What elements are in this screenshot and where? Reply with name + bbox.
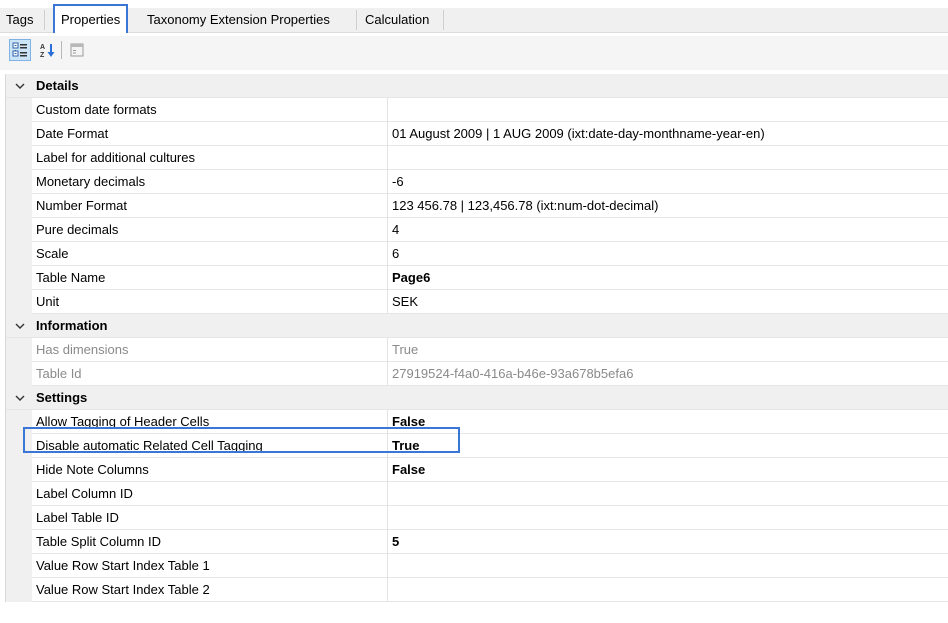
toolbar-divider [61,41,62,59]
property-name: Table Split Column ID [36,534,161,549]
property-name: Table Id [36,366,82,381]
category-details[interactable]: Details [6,74,948,98]
property-value[interactable]: 123 456.78 | 123,456.78 (ixt:num-dot-dec… [387,194,948,218]
tab-taxonomy-extension-properties[interactable]: Taxonomy Extension Properties [143,8,334,32]
chevron-down-icon[interactable] [14,320,26,332]
property-value[interactable]: 6 [387,242,948,266]
property-pages-icon [70,43,84,57]
category-title: Details [36,78,79,93]
property-name: Label Table ID [36,510,119,525]
chevron-down-icon[interactable] [14,80,26,92]
property-name: Number Format [36,198,128,213]
property-name: Label Column ID [36,486,133,501]
property-name: Disable automatic Related Cell Tagging [36,438,263,453]
property-value[interactable]: True [387,434,948,458]
property-name: Table Name [36,270,106,285]
property-value[interactable] [387,554,948,578]
sort-alphabetical-icon: A Z [40,44,55,58]
property-value[interactable]: False [387,410,948,434]
categorized-view-button[interactable] [9,39,31,61]
property-value[interactable]: 01 August 2009 | 1 AUG 2009 (ixt:date-da… [387,122,948,146]
property-row[interactable]: Hide Note Columns False [6,458,948,482]
property-row[interactable]: Has dimensions True [6,338,948,362]
property-name: Label for additional cultures [36,150,195,165]
property-row[interactable]: Pure decimals 4 [6,218,948,242]
property-row[interactable]: Monetary decimals -6 [6,170,948,194]
tab-calculation[interactable]: Calculation [361,8,433,32]
categorized-view-icon [12,42,27,57]
property-toolbar: A Z [0,36,948,70]
property-value: 27919524-f4a0-416a-b46e-93a678b5efa6 [387,362,948,386]
property-row[interactable]: Label for additional cultures [6,146,948,170]
chevron-down-icon[interactable] [14,392,26,404]
property-grid: Details Custom date formats Date Format 0… [5,74,948,602]
property-name: Has dimensions [36,342,129,357]
property-name: Value Row Start Index Table 1 [36,558,210,573]
svg-text:A: A [40,44,45,51]
property-name: Unit [36,294,60,309]
property-value[interactable]: SEK [387,290,948,314]
property-row[interactable]: Table Id 27919524-f4a0-416a-b46e-93a678b5… [6,362,948,386]
property-name: Pure decimals [36,222,119,237]
property-name: Custom date formats [36,102,157,117]
property-value[interactable]: 5 [387,530,948,554]
tab-bar: Tags Properties Taxonomy Extension Prope… [0,0,948,33]
property-row[interactable]: Label Column ID [6,482,948,506]
property-row[interactable]: Value Row Start Index Table 1 [6,554,948,578]
tab-divider [356,10,357,30]
property-row[interactable]: Value Row Start Index Table 2 [6,578,948,602]
category-title: Information [36,318,108,333]
property-row[interactable]: Disable automatic Related Cell Tagging Tr… [6,434,948,458]
property-row[interactable]: Allow Tagging of Header Cells False [6,410,948,434]
property-value[interactable]: Page6 [387,266,948,290]
tab-divider [443,10,444,30]
property-name: Scale [36,246,69,261]
tab-properties[interactable]: Properties [53,4,129,33]
tab-divider [44,10,45,30]
category-title: Settings [36,390,88,405]
property-pages-button[interactable] [66,39,88,61]
property-value[interactable] [387,482,948,506]
property-row[interactable]: Table Name Page6 [6,266,948,290]
property-row[interactable]: Scale 6 [6,242,948,266]
property-name: Allow Tagging of Header Cells [36,414,210,429]
property-value[interactable] [387,578,948,602]
property-row[interactable]: Number Format 123 456.78 | 123,456.78 (ix… [6,194,948,218]
svg-text:Z: Z [40,52,45,58]
property-row[interactable]: Unit SEK [6,290,948,314]
category-information[interactable]: Information [6,314,948,338]
property-value[interactable] [387,506,948,530]
property-value[interactable] [387,98,948,122]
property-value[interactable]: -6 [387,170,948,194]
property-name: Hide Note Columns [36,462,149,477]
property-name: Date Format [36,126,109,141]
property-row[interactable]: Date Format 01 August 2009 | 1 AUG 2009 (… [6,122,948,146]
property-row[interactable]: Table Split Column ID 5 [6,530,948,554]
property-value[interactable] [387,146,948,170]
sort-alphabetical-button[interactable]: A Z [36,39,58,61]
property-value[interactable]: 4 [387,218,948,242]
category-settings[interactable]: Settings [6,386,948,410]
property-value: True [387,338,948,362]
property-name: Value Row Start Index Table 2 [36,582,210,597]
property-row[interactable]: Label Table ID [6,506,948,530]
property-value[interactable]: False [387,458,948,482]
property-row[interactable]: Custom date formats [6,98,948,122]
tab-tags[interactable]: Tags [2,8,37,32]
property-name: Monetary decimals [36,174,146,189]
